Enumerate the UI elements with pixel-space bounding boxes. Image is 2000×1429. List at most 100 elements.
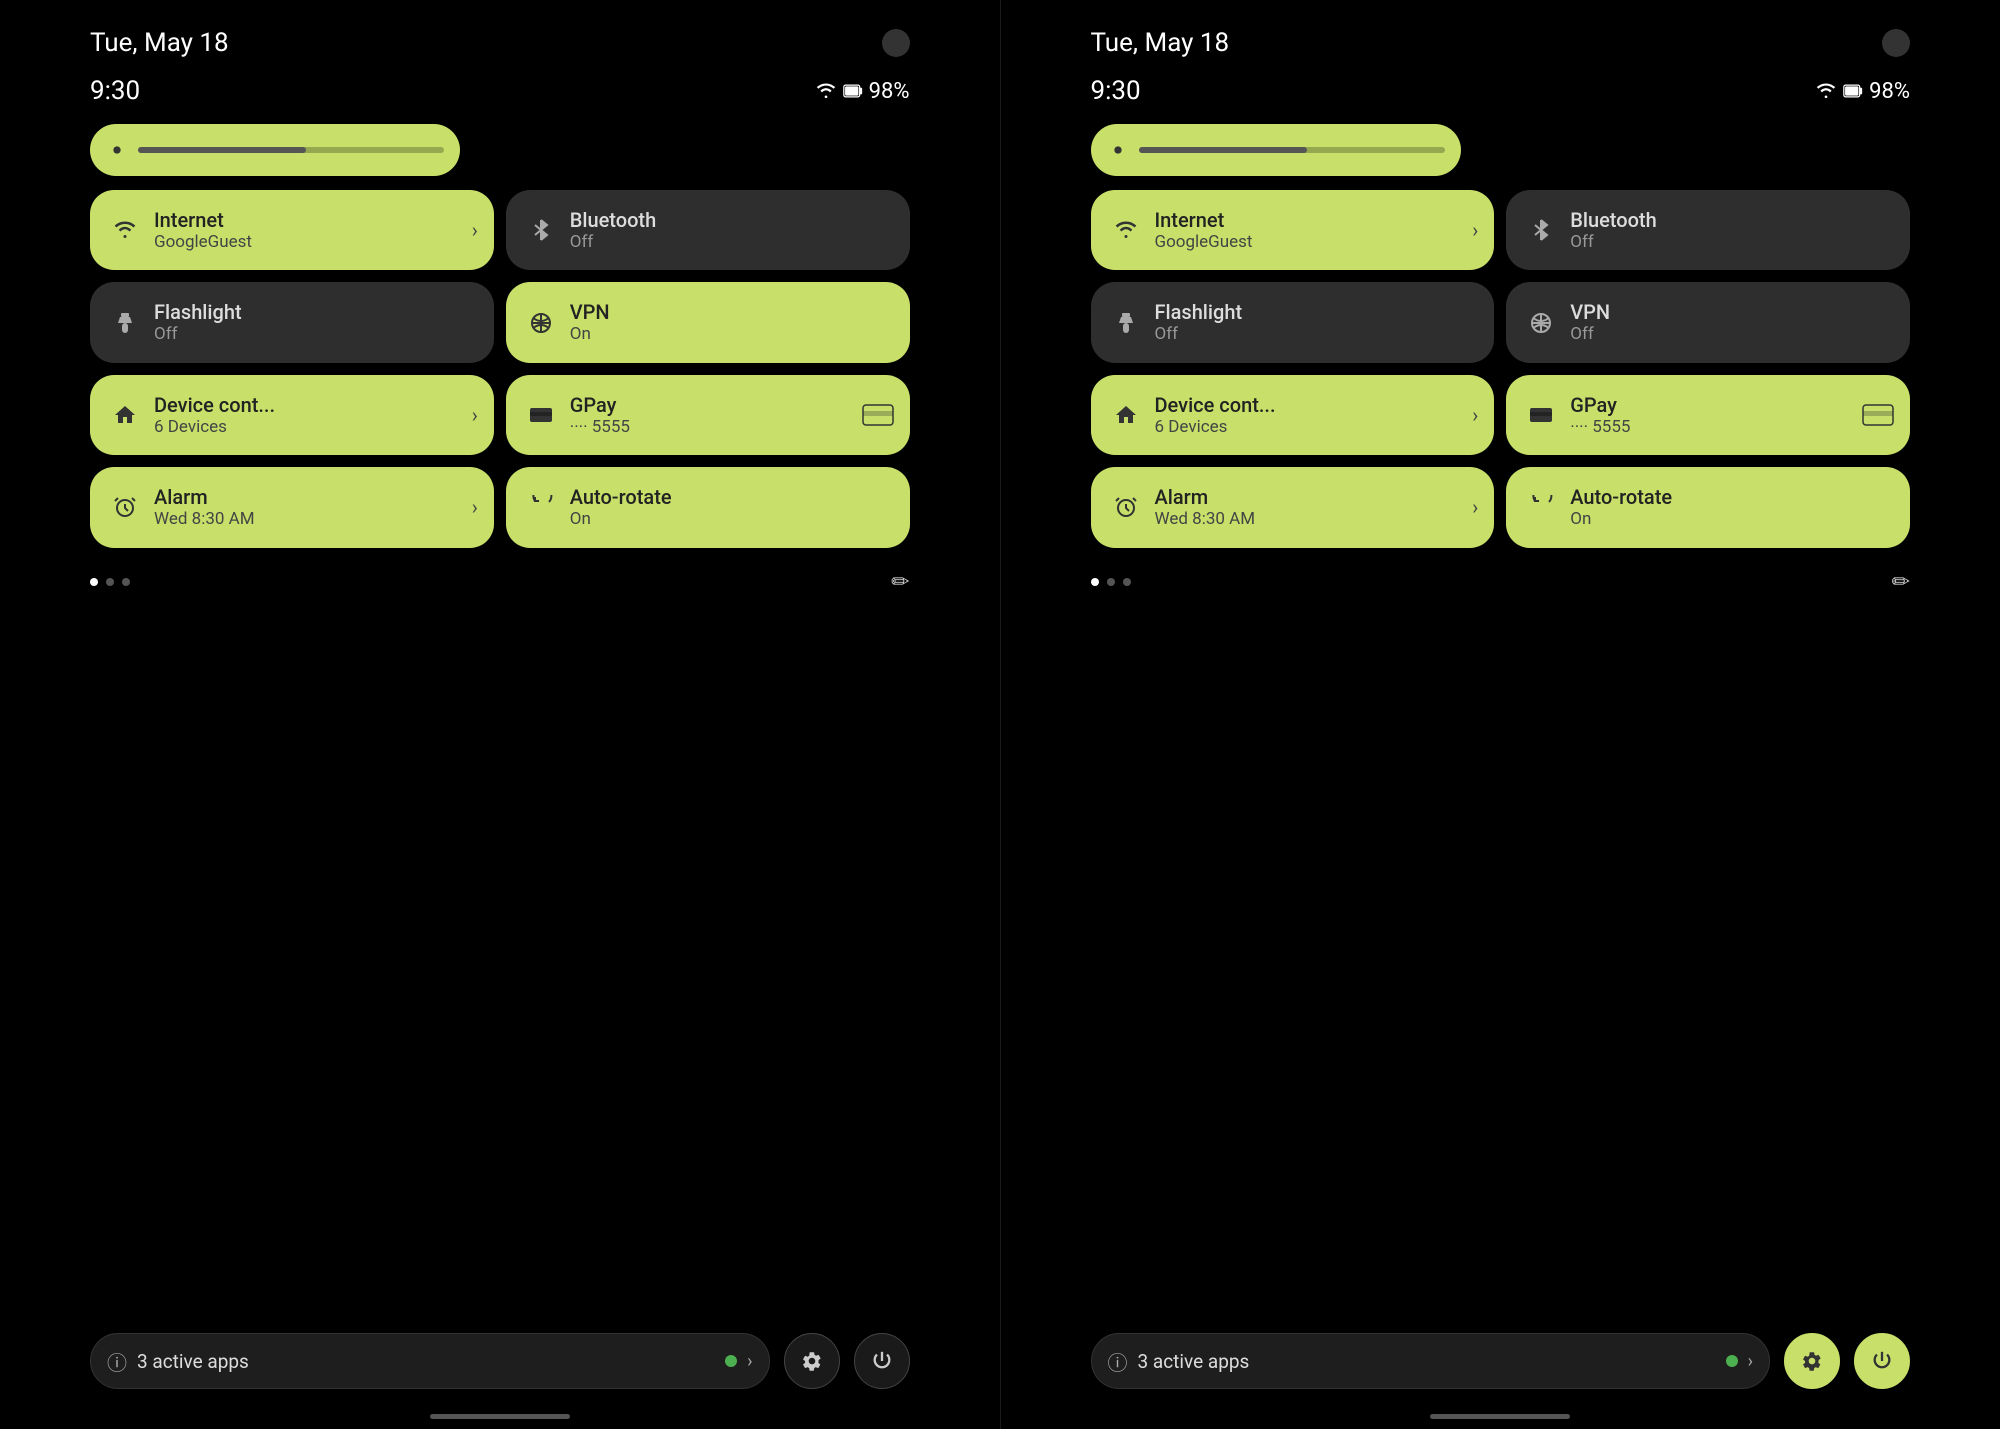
tile-arrow: › [472,403,478,427]
card-icon [1526,406,1556,424]
tile-arrow: › [472,495,478,519]
status-time-row: 9:30 98% [90,68,910,124]
tile-flashlight[interactable]: Flashlight Off [1091,282,1495,362]
camera-dot [882,29,910,57]
tile-text: VPN On [570,300,610,344]
tile-text: Flashlight Off [154,300,242,344]
status-time: 9:30 [90,76,140,106]
status-date: Tue, May 18 [1091,28,1230,58]
tile-vpn[interactable]: VPN Off [1506,282,1910,362]
battery-percentage: 98% [869,79,910,104]
tile-title: Auto-rotate [570,485,672,509]
phone-panel-right: Tue, May 18 9:30 98% [1001,0,2000,1429]
tile-text: Alarm Wed 8:30 AM [1155,485,1256,529]
tile-text: Alarm Wed 8:30 AM [154,485,255,529]
tile-alarm[interactable]: Alarm Wed 8:30 AM › [1091,467,1495,547]
tile-title: GPay [570,393,630,417]
tile-subtitle: Off [570,232,656,252]
tile-device[interactable]: Device cont... 6 Devices › [1091,375,1495,455]
page-dot-1[interactable] [1091,578,1099,586]
tile-text: Internet GoogleGuest [154,208,252,252]
green-dot [725,1355,737,1367]
dots-row: ✏ [90,560,910,615]
tile-card-extra [1862,404,1894,426]
tile-title: Alarm [1155,485,1256,509]
tile-subtitle: Wed 8:30 AM [154,509,255,529]
flashlight-icon [1111,311,1141,335]
tile-text: Bluetooth Off [570,208,656,252]
tile-text: Device cont... 6 Devices [154,393,275,437]
tile-subtitle: On [570,509,672,529]
tile-vpn[interactable]: VPN On [506,282,910,362]
tile-device[interactable]: Device cont... 6 Devices › [90,375,494,455]
tile-subtitle: 6 Devices [1155,417,1276,437]
tile-subtitle: ···· 5555 [570,417,630,437]
tile-title: Internet [1155,208,1253,232]
status-bar: Tue, May 18 [90,0,910,68]
wifi-icon [110,221,140,239]
pill-arrow: › [747,1351,752,1372]
pill-arrow: › [1748,1351,1753,1372]
tile-gpay[interactable]: GPay ···· 5555 [1506,375,1910,455]
alarm-icon [1111,495,1141,519]
tile-flashlight[interactable]: Flashlight Off [90,282,494,362]
page-dot-1[interactable] [90,578,98,586]
active-apps-pill[interactable]: ⓘ 3 active apps › [90,1333,770,1389]
page-dot-3[interactable] [122,578,130,586]
tile-internet[interactable]: Internet GoogleGuest › [1091,190,1495,270]
tile-arrow: › [1472,403,1478,427]
tile-title: Device cont... [1155,393,1276,417]
status-date: Tue, May 18 [90,28,229,58]
tile-title: Internet [154,208,252,232]
tile-text: VPN Off [1570,300,1610,344]
tile-title: Flashlight [1155,300,1243,324]
tile-subtitle: Off [1570,232,1656,252]
card-icon [526,406,556,424]
brightness-bar[interactable] [90,124,460,176]
tile-subtitle: GoogleGuest [154,232,252,252]
page-dot-2[interactable] [106,578,114,586]
tile-title: VPN [570,300,610,324]
settings-button[interactable] [1784,1333,1840,1389]
brightness-track[interactable] [1139,147,1445,153]
tile-subtitle: On [1570,509,1672,529]
power-button[interactable] [854,1333,910,1389]
tile-arrow: › [1472,495,1478,519]
brightness-row[interactable] [90,124,910,176]
tile-subtitle: Off [1155,324,1243,344]
tile-autorotate[interactable]: Auto-rotate On [506,467,910,547]
power-icon [1871,1350,1893,1372]
tile-text: Auto-rotate On [1570,485,1672,529]
edit-icon[interactable]: ✏ [891,570,909,595]
tile-title: GPay [1570,393,1630,417]
alarm-icon [110,495,140,519]
tile-title: Alarm [154,485,255,509]
bluetooth-icon [1526,218,1556,242]
active-apps-pill[interactable]: ⓘ 3 active apps › [1091,1333,1771,1389]
page-dots [90,578,130,586]
tile-text: GPay ···· 5555 [570,393,630,437]
home-icon [110,403,140,427]
brightness-fill [138,147,306,153]
status-time-row: 9:30 98% [1091,68,1911,124]
brightness-bar[interactable] [1091,124,1461,176]
brightness-track[interactable] [138,147,444,153]
tile-subtitle: GoogleGuest [1155,232,1253,252]
tile-title: Bluetooth [1570,208,1656,232]
power-button[interactable] [1854,1333,1910,1389]
tile-gpay[interactable]: GPay ···· 5555 [506,375,910,455]
page-dot-3[interactable] [1123,578,1131,586]
tile-autorotate[interactable]: Auto-rotate On [1506,467,1910,547]
tiles-grid: Internet GoogleGuest › Bluetooth Off [1091,190,1911,548]
tile-title: Auto-rotate [1570,485,1672,509]
tile-bluetooth[interactable]: Bluetooth Off [1506,190,1910,270]
rotate-icon [1526,495,1556,519]
page-dot-2[interactable] [1107,578,1115,586]
brightness-row[interactable] [1091,124,1911,176]
tile-alarm[interactable]: Alarm Wed 8:30 AM › [90,467,494,547]
settings-button[interactable] [784,1333,840,1389]
tile-internet[interactable]: Internet GoogleGuest › [90,190,494,270]
edit-icon[interactable]: ✏ [1892,570,1910,595]
home-indicator [430,1414,570,1419]
tile-bluetooth[interactable]: Bluetooth Off [506,190,910,270]
